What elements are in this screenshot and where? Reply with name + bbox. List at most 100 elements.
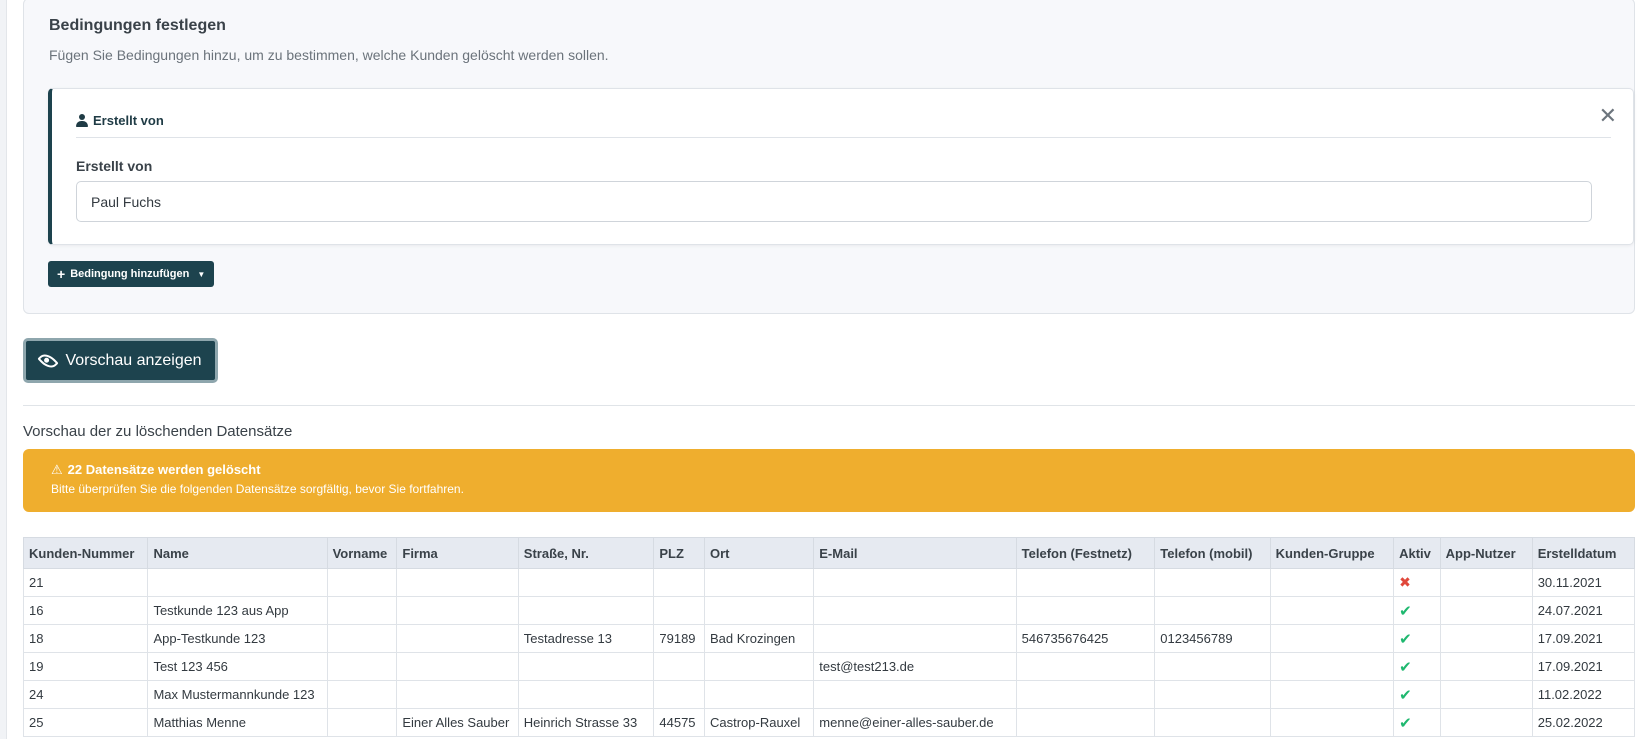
- table-cell-gruppe: [1269, 596, 1395, 625]
- table-cell-ort: [703, 596, 815, 625]
- table-row[interactable]: 24 Max Mustermannkunde 123 ✔ 11.02.2022: [22, 680, 1636, 709]
- conditions-card: Bedingungen festlegen Fügen Sie Bedingun…: [23, 0, 1635, 314]
- table-cell-mobil: [1154, 708, 1271, 737]
- table-cell-aktiv: ✔: [1393, 596, 1441, 625]
- table-cell-vorname: [326, 568, 398, 597]
- table-cell-email: [813, 568, 1017, 597]
- created-by-input[interactable]: [76, 181, 1592, 222]
- table-cell-vorname: [326, 596, 398, 625]
- check-icon: ✔: [1399, 630, 1412, 648]
- check-icon: ✔: [1399, 686, 1412, 704]
- table-cell-datum: 17.09.2021: [1531, 624, 1636, 653]
- table-cell-name: Matthias Menne: [147, 708, 328, 737]
- table-cell-gruppe: [1269, 652, 1395, 681]
- table-cell-datum: 11.02.2022: [1531, 680, 1636, 709]
- table-cell-vorname: [326, 680, 398, 709]
- table-cell-vorname: [326, 624, 398, 653]
- table-cell-nr: 25: [22, 708, 149, 737]
- column-header[interactable]: App-Nutzer: [1439, 537, 1533, 569]
- column-header[interactable]: E-Mail: [813, 537, 1017, 569]
- section-divider: [23, 405, 1635, 406]
- column-header[interactable]: Telefon (Festnetz): [1015, 537, 1156, 569]
- check-icon: ✔: [1399, 714, 1412, 732]
- table-cell-app: [1439, 708, 1533, 737]
- column-header[interactable]: Kunden-Nummer: [22, 537, 149, 569]
- table-cell-email: [813, 680, 1017, 709]
- table-cell-app: [1439, 596, 1533, 625]
- table-cell-nr: 18: [22, 624, 149, 653]
- eye-icon: [37, 349, 60, 372]
- table-cell-name: [147, 568, 328, 597]
- page-left-rule: [0, 0, 7, 739]
- table-cell-name: Max Mustermannkunde 123: [147, 680, 328, 709]
- table-cell-mobil: [1154, 596, 1271, 625]
- table-cell-gruppe: [1269, 624, 1395, 653]
- table-row[interactable]: 21 ✖ 30.11.2021: [22, 568, 1636, 597]
- close-icon[interactable]: ✕: [1599, 105, 1617, 127]
- table-cell-datum: 24.07.2021: [1531, 596, 1636, 625]
- table-cell-firma: [396, 624, 519, 653]
- table-cell-vorname: [326, 708, 398, 737]
- table-cell-mobil: [1154, 652, 1271, 681]
- table-cell-datum: 30.11.2021: [1531, 568, 1636, 597]
- table-cell-tel: [1015, 708, 1156, 737]
- column-header[interactable]: Name: [147, 537, 328, 569]
- column-header[interactable]: Telefon (mobil): [1154, 537, 1271, 569]
- table-cell-email: menne@einer-alles-sauber.de: [813, 708, 1017, 737]
- created-by-label: Erstellt von: [76, 158, 153, 174]
- check-icon: ✔: [1399, 602, 1412, 620]
- table-cell-aktiv: ✔: [1393, 708, 1441, 737]
- table-cell-ort: Castrop-Rauxel: [703, 708, 815, 737]
- table-cell-nr: 24: [22, 680, 149, 709]
- show-preview-label: Vorschau anzeigen: [65, 351, 202, 369]
- table-row[interactable]: 16 Testkunde 123 aus App ✔ 24.07.2021: [22, 596, 1636, 625]
- table-cell-ort: [703, 652, 815, 681]
- column-header[interactable]: Aktiv: [1393, 537, 1441, 569]
- table-cell-app: [1439, 568, 1533, 597]
- table-cell-plz: [653, 680, 705, 709]
- table-cell-strasse: [517, 568, 655, 597]
- table-cell-aktiv: ✖: [1393, 568, 1441, 597]
- table-cell-aktiv: ✔: [1393, 680, 1441, 709]
- column-header[interactable]: Erstelldatum: [1531, 537, 1636, 569]
- conditions-title: Bedingungen festlegen: [49, 17, 226, 34]
- table-cell-gruppe: [1269, 680, 1395, 709]
- condition-header: Erstellt von: [76, 113, 164, 128]
- column-header[interactable]: Ort: [703, 537, 815, 569]
- check-icon: ✔: [1399, 658, 1412, 676]
- column-header[interactable]: Kunden-Gruppe: [1269, 537, 1395, 569]
- table-cell-mobil: [1154, 680, 1271, 709]
- table-cell-tel: [1015, 596, 1156, 625]
- alert-text: Bitte überprüfen Sie die folgenden Daten…: [51, 482, 464, 496]
- records-table: Kunden-Nummer Name Vorname Firma Straße,…: [22, 537, 1636, 737]
- table-header-row: Kunden-Nummer Name Vorname Firma Straße,…: [22, 537, 1636, 569]
- alert-title: 22 Datensätze werden gelöscht: [67, 462, 261, 477]
- table-row[interactable]: 18 App-Testkunde 123 Testadresse 13 79189 Ba…: [22, 624, 1636, 653]
- table-cell-tel: [1015, 652, 1156, 681]
- table-cell-name: Testkunde 123 aus App: [147, 596, 328, 625]
- table-cell-aktiv: ✔: [1393, 624, 1441, 653]
- column-header[interactable]: Straße, Nr.: [517, 537, 655, 569]
- table-cell-email: [813, 596, 1017, 625]
- table-cell-strasse: [517, 680, 655, 709]
- column-header[interactable]: PLZ: [653, 537, 705, 569]
- warning-icon: ⚠: [51, 462, 63, 477]
- table-row[interactable]: 19 Test 123 456 test@test213.de ✔ 17.09.2021: [22, 652, 1636, 681]
- table-cell-name: App-Testkunde 123: [147, 624, 328, 653]
- table-cell-firma: [396, 596, 519, 625]
- column-header[interactable]: Vorname: [326, 537, 398, 569]
- add-condition-button[interactable]: + Bedingung hinzufügen ▼: [48, 261, 215, 287]
- table-cell-tel: [1015, 680, 1156, 709]
- alert-title-row: ⚠ 22 Datensätze werden gelöscht: [51, 462, 1635, 477]
- table-row[interactable]: 25 Matthias Menne Einer Alles Sauber Heinri…: [22, 708, 1636, 737]
- table-cell-plz: 44575: [653, 708, 705, 737]
- condition-divider: [76, 137, 1611, 138]
- condition-created-by: Erstellt von ✕ Erstellt von: [48, 88, 1634, 245]
- table-cell-tel: 546735676425: [1015, 624, 1156, 653]
- table-cell-email: test@test213.de: [813, 652, 1017, 681]
- column-header[interactable]: Firma: [396, 537, 519, 569]
- table-cell-app: [1439, 652, 1533, 681]
- table-cell-datum: 17.09.2021: [1531, 652, 1636, 681]
- table-cell-ort: [703, 568, 815, 597]
- show-preview-button[interactable]: Vorschau anzeigen: [23, 338, 218, 383]
